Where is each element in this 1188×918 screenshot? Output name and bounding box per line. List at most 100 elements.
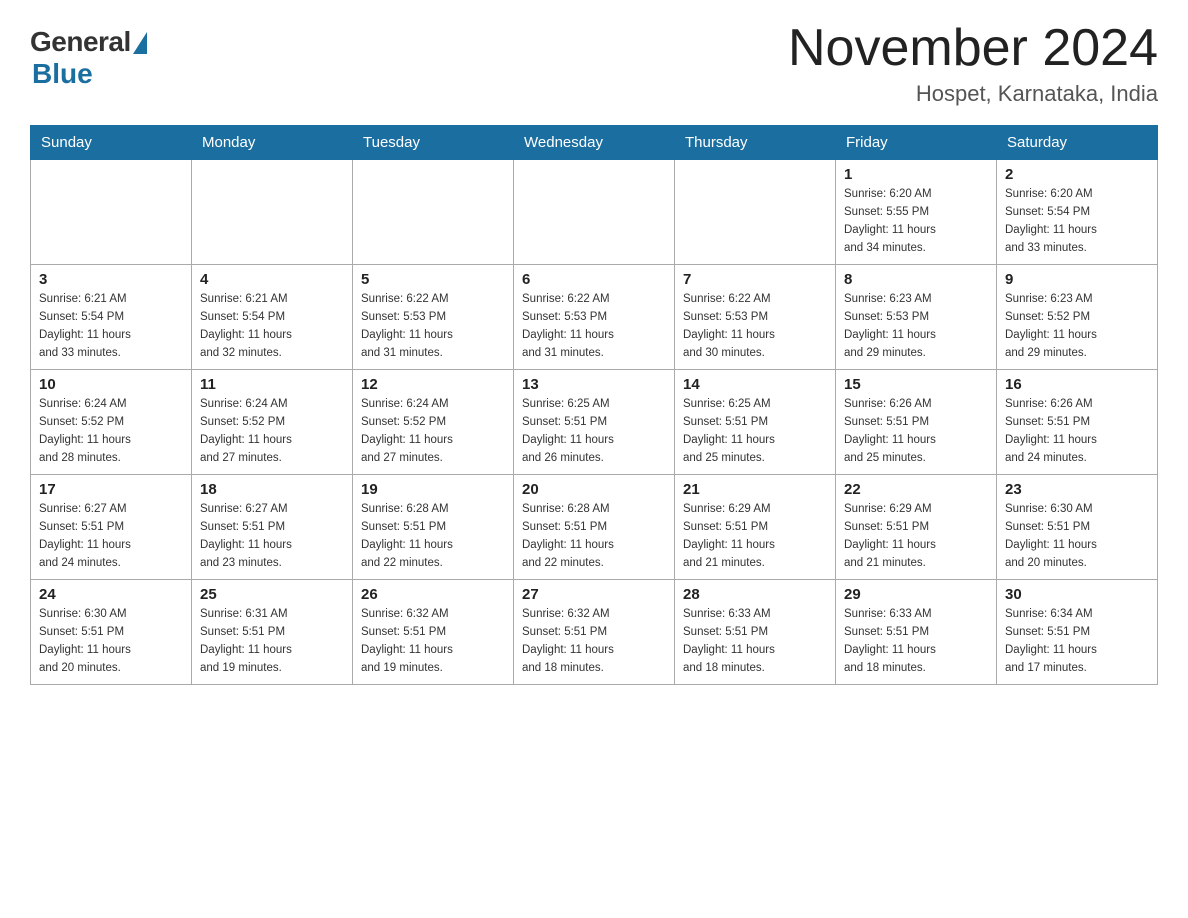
calendar-cell: 7Sunrise: 6:22 AMSunset: 5:53 PMDaylight… — [675, 265, 836, 370]
day-info: Sunrise: 6:23 AMSunset: 5:52 PMDaylight:… — [1005, 291, 1149, 362]
day-number: 25 — [200, 586, 344, 603]
day-info: Sunrise: 6:33 AMSunset: 5:51 PMDaylight:… — [844, 606, 988, 677]
calendar-header-row: SundayMondayTuesdayWednesdayThursdayFrid… — [31, 126, 1158, 160]
logo-general-text: General — [30, 26, 131, 58]
day-number: 27 — [522, 586, 666, 603]
day-info: Sunrise: 6:24 AMSunset: 5:52 PMDaylight:… — [39, 396, 183, 467]
page-header: General Blue November 2024 Hospet, Karna… — [30, 20, 1158, 107]
day-info: Sunrise: 6:28 AMSunset: 5:51 PMDaylight:… — [522, 501, 666, 572]
calendar-cell: 20 Sunrise: 6:28 AMSunset: 5:51 PMDayligh… — [514, 475, 675, 580]
calendar-cell — [675, 160, 836, 265]
day-number: 26 — [361, 586, 505, 603]
calendar-cell — [353, 160, 514, 265]
day-info: Sunrise: 6:30 AMSunset: 5:51 PMDaylight:… — [1005, 501, 1149, 572]
day-info: Sunrise: 6:27 AMSunset: 5:51 PMDaylight:… — [200, 501, 344, 572]
logo: General Blue — [30, 20, 147, 90]
calendar-cell: 1 Sunrise: 6:20 AMSunset: 5:55 PMDaylight… — [836, 160, 997, 265]
calendar-cell: 24Sunrise: 6:30 AMSunset: 5:51 PMDayligh… — [31, 580, 192, 685]
calendar-cell: 9 Sunrise: 6:23 AMSunset: 5:52 PMDaylight… — [997, 265, 1158, 370]
day-info: Sunrise: 6:25 AMSunset: 5:51 PMDaylight:… — [683, 396, 827, 467]
calendar-cell: 5 Sunrise: 6:22 AMSunset: 5:53 PMDaylight… — [353, 265, 514, 370]
day-number: 12 — [361, 376, 505, 393]
calendar-cell: 29 Sunrise: 6:33 AMSunset: 5:51 PMDayligh… — [836, 580, 997, 685]
calendar-cell: 8 Sunrise: 6:23 AMSunset: 5:53 PMDaylight… — [836, 265, 997, 370]
calendar-cell: 3 Sunrise: 6:21 AMSunset: 5:54 PMDaylight… — [31, 265, 192, 370]
day-number: 14 — [683, 376, 827, 393]
day-number: 1 — [844, 166, 988, 183]
day-number: 9 — [1005, 271, 1149, 288]
day-info: Sunrise: 6:34 AMSunset: 5:51 PMDaylight:… — [1005, 606, 1149, 677]
calendar-cell — [31, 160, 192, 265]
calendar-cell: 12 Sunrise: 6:24 AMSunset: 5:52 PMDayligh… — [353, 370, 514, 475]
calendar-cell: 14 Sunrise: 6:25 AMSunset: 5:51 PMDayligh… — [675, 370, 836, 475]
weekday-header-monday: Monday — [192, 126, 353, 160]
calendar-cell: 23 Sunrise: 6:30 AMSunset: 5:51 PMDayligh… — [997, 475, 1158, 580]
calendar-cell: 18 Sunrise: 6:27 AMSunset: 5:51 PMDayligh… — [192, 475, 353, 580]
day-info: Sunrise: 6:26 AMSunset: 5:51 PMDaylight:… — [844, 396, 988, 467]
week-row-5: 24Sunrise: 6:30 AMSunset: 5:51 PMDayligh… — [31, 580, 1158, 685]
day-number: 28 — [683, 586, 827, 603]
day-number: 23 — [1005, 481, 1149, 498]
day-number: 8 — [844, 271, 988, 288]
day-number: 30 — [1005, 586, 1149, 603]
day-info: Sunrise: 6:28 AMSunset: 5:51 PMDaylight:… — [361, 501, 505, 572]
day-number: 6 — [522, 271, 666, 288]
day-info: Sunrise: 6:25 AMSunset: 5:51 PMDaylight:… — [522, 396, 666, 467]
day-info: Sunrise: 6:20 AMSunset: 5:55 PMDaylight:… — [844, 186, 988, 257]
day-number: 20 — [522, 481, 666, 498]
logo-triangle-icon — [133, 32, 147, 54]
day-info: Sunrise: 6:20 AMSunset: 5:54 PMDaylight:… — [1005, 186, 1149, 257]
weekday-header-saturday: Saturday — [997, 126, 1158, 160]
calendar-cell: 13Sunrise: 6:25 AMSunset: 5:51 PMDayligh… — [514, 370, 675, 475]
calendar-cell: 22 Sunrise: 6:29 AMSunset: 5:51 PMDayligh… — [836, 475, 997, 580]
day-number: 19 — [361, 481, 505, 498]
day-number: 22 — [844, 481, 988, 498]
day-number: 17 — [39, 481, 183, 498]
day-info: Sunrise: 6:22 AMSunset: 5:53 PMDaylight:… — [361, 291, 505, 362]
day-info: Sunrise: 6:27 AMSunset: 5:51 PMDaylight:… — [39, 501, 183, 572]
calendar-cell: 17 Sunrise: 6:27 AMSunset: 5:51 PMDayligh… — [31, 475, 192, 580]
calendar-cell: 30 Sunrise: 6:34 AMSunset: 5:51 PMDayligh… — [997, 580, 1158, 685]
logo-blue-text: Blue — [32, 58, 93, 90]
day-info: Sunrise: 6:22 AMSunset: 5:53 PMDaylight:… — [522, 291, 666, 362]
day-number: 24 — [39, 586, 183, 603]
day-info: Sunrise: 6:33 AMSunset: 5:51 PMDaylight:… — [683, 606, 827, 677]
calendar-cell — [192, 160, 353, 265]
calendar-cell: 27 Sunrise: 6:32 AMSunset: 5:51 PMDayligh… — [514, 580, 675, 685]
day-number: 3 — [39, 271, 183, 288]
day-info: Sunrise: 6:21 AMSunset: 5:54 PMDaylight:… — [200, 291, 344, 362]
weekday-header-sunday: Sunday — [31, 126, 192, 160]
day-info: Sunrise: 6:32 AMSunset: 5:51 PMDaylight:… — [361, 606, 505, 677]
day-number: 11 — [200, 376, 344, 393]
day-info: Sunrise: 6:21 AMSunset: 5:54 PMDaylight:… — [39, 291, 183, 362]
day-number: 10 — [39, 376, 183, 393]
day-number: 4 — [200, 271, 344, 288]
calendar-cell: 19 Sunrise: 6:28 AMSunset: 5:51 PMDayligh… — [353, 475, 514, 580]
day-info: Sunrise: 6:29 AMSunset: 5:51 PMDaylight:… — [844, 501, 988, 572]
calendar-cell: 28 Sunrise: 6:33 AMSunset: 5:51 PMDayligh… — [675, 580, 836, 685]
week-row-3: 10 Sunrise: 6:24 AMSunset: 5:52 PMDayligh… — [31, 370, 1158, 475]
calendar-cell: 4 Sunrise: 6:21 AMSunset: 5:54 PMDaylight… — [192, 265, 353, 370]
weekday-header-friday: Friday — [836, 126, 997, 160]
day-number: 29 — [844, 586, 988, 603]
day-number: 15 — [844, 376, 988, 393]
location-title: Hospet, Karnataka, India — [788, 81, 1158, 107]
weekday-header-thursday: Thursday — [675, 126, 836, 160]
day-info: Sunrise: 6:23 AMSunset: 5:53 PMDaylight:… — [844, 291, 988, 362]
weekday-header-wednesday: Wednesday — [514, 126, 675, 160]
day-info: Sunrise: 6:24 AMSunset: 5:52 PMDaylight:… — [200, 396, 344, 467]
day-info: Sunrise: 6:32 AMSunset: 5:51 PMDaylight:… — [522, 606, 666, 677]
calendar-cell: 16Sunrise: 6:26 AMSunset: 5:51 PMDayligh… — [997, 370, 1158, 475]
calendar-cell — [514, 160, 675, 265]
week-row-4: 17 Sunrise: 6:27 AMSunset: 5:51 PMDayligh… — [31, 475, 1158, 580]
day-number: 21 — [683, 481, 827, 498]
day-number: 18 — [200, 481, 344, 498]
calendar-cell: 11 Sunrise: 6:24 AMSunset: 5:52 PMDayligh… — [192, 370, 353, 475]
calendar-cell: 15 Sunrise: 6:26 AMSunset: 5:51 PMDayligh… — [836, 370, 997, 475]
day-info: Sunrise: 6:24 AMSunset: 5:52 PMDaylight:… — [361, 396, 505, 467]
title-block: November 2024 Hospet, Karnataka, India — [788, 20, 1158, 107]
day-number: 5 — [361, 271, 505, 288]
day-info: Sunrise: 6:29 AMSunset: 5:51 PMDaylight:… — [683, 501, 827, 572]
calendar-cell: 21 Sunrise: 6:29 AMSunset: 5:51 PMDayligh… — [675, 475, 836, 580]
week-row-1: 1 Sunrise: 6:20 AMSunset: 5:55 PMDaylight… — [31, 160, 1158, 265]
